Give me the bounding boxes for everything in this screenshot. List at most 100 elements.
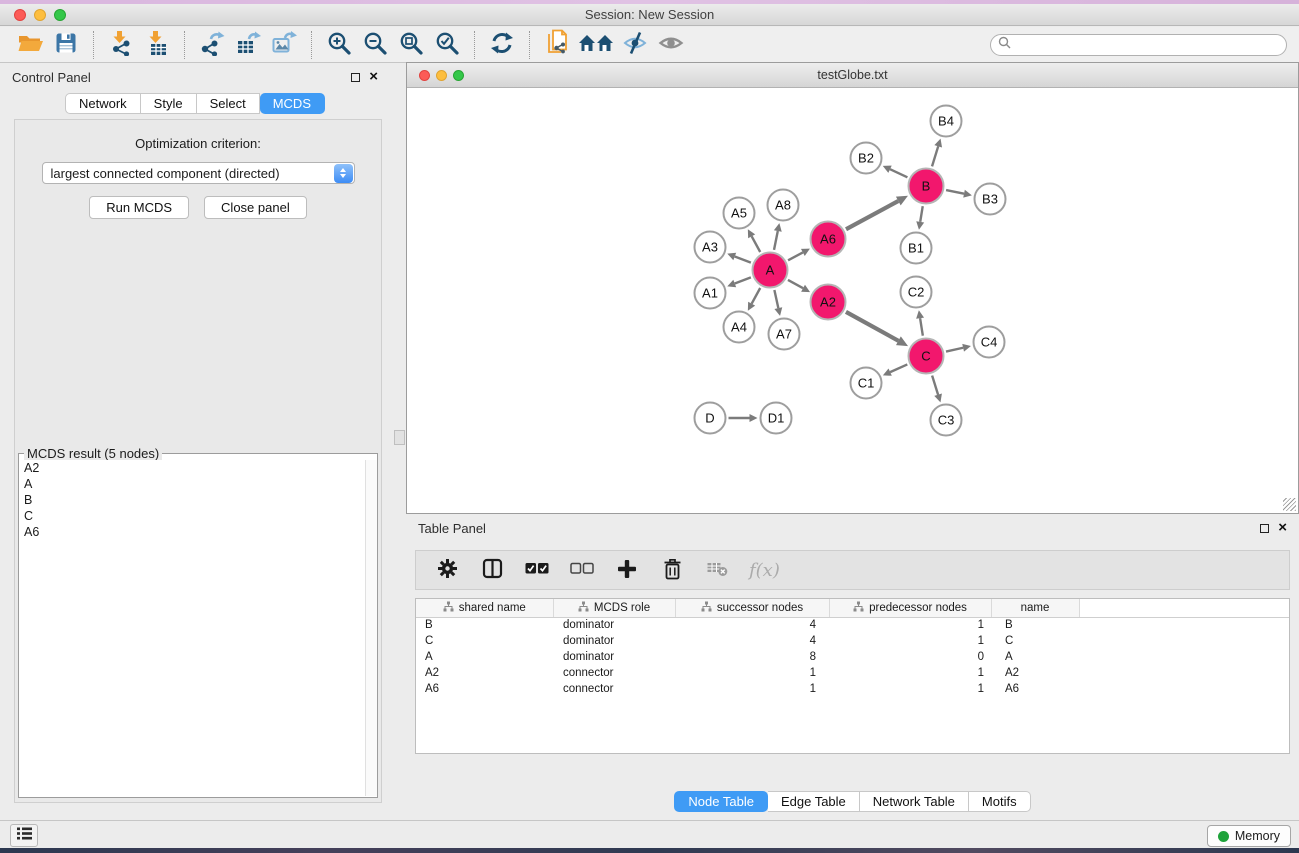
graph-edge-B-B2[interactable]: [890, 169, 907, 177]
tab-select[interactable]: Select: [197, 93, 260, 114]
table-cell[interactable]: connector: [553, 665, 675, 681]
open-session-button[interactable]: [12, 28, 48, 61]
graph-edge-A-A1[interactable]: [735, 277, 751, 283]
function-builder-icon[interactable]: f(x): [749, 560, 780, 581]
graph-node-B[interactable]: B: [908, 168, 945, 205]
table-row[interactable]: Cdominator41C: [416, 633, 1289, 649]
graph-edge-B-B1[interactable]: [920, 206, 923, 222]
graph-node-A4[interactable]: A4: [723, 311, 756, 344]
result-item[interactable]: A: [20, 476, 364, 492]
graph-node-C1[interactable]: C1: [850, 367, 883, 400]
zoom-selected-button[interactable]: [429, 28, 465, 61]
close-panel-button[interactable]: Close panel: [204, 196, 307, 219]
graph-edge-B-B4[interactable]: [932, 146, 938, 166]
table-cell[interactable]: 4: [675, 617, 829, 633]
table-cell[interactable]: dominator: [553, 649, 675, 665]
frame-zoom-button[interactable]: [453, 70, 464, 81]
search-input[interactable]: [1015, 38, 1279, 52]
table-cell[interactable]: 1: [829, 633, 991, 649]
memory-button[interactable]: Memory: [1207, 825, 1291, 847]
unselect-all-columns-button[interactable]: [569, 554, 595, 587]
graph-node-B3[interactable]: B3: [974, 183, 1007, 216]
graph-edge-A-A5[interactable]: [752, 236, 761, 252]
graph-edge-A-A6[interactable]: [788, 252, 803, 260]
table-cell[interactable]: 4: [675, 633, 829, 649]
graph-edge-A-A7[interactable]: [774, 290, 778, 308]
graph-edge-A-A3[interactable]: [735, 256, 751, 262]
graph-edge-A-A8[interactable]: [774, 231, 778, 250]
apply-layout-button[interactable]: [484, 28, 520, 61]
tab-node-table[interactable]: Node Table: [674, 791, 768, 812]
task-history-button[interactable]: [10, 824, 38, 847]
frame-close-button[interactable]: [419, 70, 430, 81]
table-cell[interactable]: A: [991, 649, 1079, 665]
graph-node-A3[interactable]: A3: [694, 231, 727, 264]
table-cell[interactable]: 1: [829, 681, 991, 697]
result-item[interactable]: A2: [20, 460, 364, 476]
result-item[interactable]: B: [20, 492, 364, 508]
table-row[interactable]: Bdominator41B: [416, 617, 1289, 633]
table-cell[interactable]: C: [416, 633, 553, 649]
graph-node-A8[interactable]: A8: [767, 189, 800, 222]
graph-edge-A-A2[interactable]: [788, 280, 803, 288]
table-row[interactable]: A2connector11A2: [416, 665, 1289, 681]
resize-grip-icon[interactable]: [1283, 498, 1296, 511]
table-cell[interactable]: dominator: [553, 633, 675, 649]
zoom-in-button[interactable]: [321, 28, 357, 61]
show-graphics-details-button[interactable]: [653, 28, 689, 61]
home-views-button[interactable]: [575, 28, 617, 61]
table-cell[interactable]: A6: [991, 681, 1079, 697]
graph-edge-A2-C[interactable]: [846, 312, 898, 341]
graph-node-D1[interactable]: D1: [760, 402, 793, 435]
table-cell[interactable]: dominator: [553, 617, 675, 633]
graph-node-A6[interactable]: A6: [810, 221, 847, 258]
delete-table-button[interactable]: [704, 554, 730, 587]
float-panel-icon[interactable]: [351, 73, 360, 82]
graph-edge-C-C3[interactable]: [932, 376, 938, 395]
graph-edge-C-C2[interactable]: [920, 318, 923, 336]
add-column-button[interactable]: [614, 554, 640, 587]
graph-node-D[interactable]: D: [694, 402, 727, 435]
table-cell[interactable]: connector: [553, 681, 675, 697]
float-panel-icon[interactable]: [1260, 524, 1269, 533]
table-cell[interactable]: B: [991, 617, 1079, 633]
table-cell[interactable]: A2: [416, 665, 553, 681]
show-columns-button[interactable]: [479, 554, 505, 587]
network-window-titlebar[interactable]: testGlobe.txt: [407, 63, 1298, 88]
column-header-predecessor-nodes[interactable]: predecessor nodes: [829, 599, 991, 617]
tab-network[interactable]: Network: [65, 93, 141, 114]
frame-minimize-button[interactable]: [436, 70, 447, 81]
graph-edge-A-A4[interactable]: [752, 288, 761, 304]
import-table-button[interactable]: [139, 28, 175, 61]
graph-node-C[interactable]: C: [908, 338, 945, 375]
select-all-columns-button[interactable]: [524, 554, 550, 587]
graph-node-A5[interactable]: A5: [723, 197, 756, 230]
vertical-split-handle[interactable]: [394, 430, 405, 445]
graph-node-C2[interactable]: C2: [900, 276, 933, 309]
table-cell[interactable]: B: [416, 617, 553, 633]
network-canvas[interactable]: B4B2BB3B1A5A8A3A6AA1A4A7A2C2CC1C4C3DD1: [407, 89, 1298, 513]
delete-column-button[interactable]: [659, 554, 685, 587]
zoom-window-button[interactable]: [54, 9, 66, 21]
graph-edge-A6-B[interactable]: [846, 201, 898, 229]
column-header-mcds-role[interactable]: MCDS role: [553, 599, 675, 617]
export-network-button[interactable]: [194, 28, 230, 61]
tab-network-table[interactable]: Network Table: [860, 791, 969, 812]
result-item[interactable]: C: [20, 508, 364, 524]
table-cell[interactable]: 0: [829, 649, 991, 665]
column-header-name[interactable]: name: [991, 599, 1079, 617]
table-cell[interactable]: A2: [991, 665, 1079, 681]
table-cell[interactable]: 1: [829, 617, 991, 633]
graph-node-C3[interactable]: C3: [930, 404, 963, 437]
close-window-button[interactable]: [14, 9, 26, 21]
export-table-button[interactable]: [230, 28, 266, 61]
graph-node-A7[interactable]: A7: [768, 318, 801, 351]
column-header-shared-name[interactable]: shared name: [416, 599, 553, 617]
graph-edge-B-B3[interactable]: [946, 190, 964, 194]
table-cell[interactable]: 1: [829, 665, 991, 681]
table-cell[interactable]: 1: [675, 665, 829, 681]
graph-node-A1[interactable]: A1: [694, 277, 727, 310]
table-settings-button[interactable]: [434, 554, 460, 587]
hide-graphics-details-button[interactable]: [617, 28, 653, 61]
minimize-window-button[interactable]: [34, 9, 46, 21]
